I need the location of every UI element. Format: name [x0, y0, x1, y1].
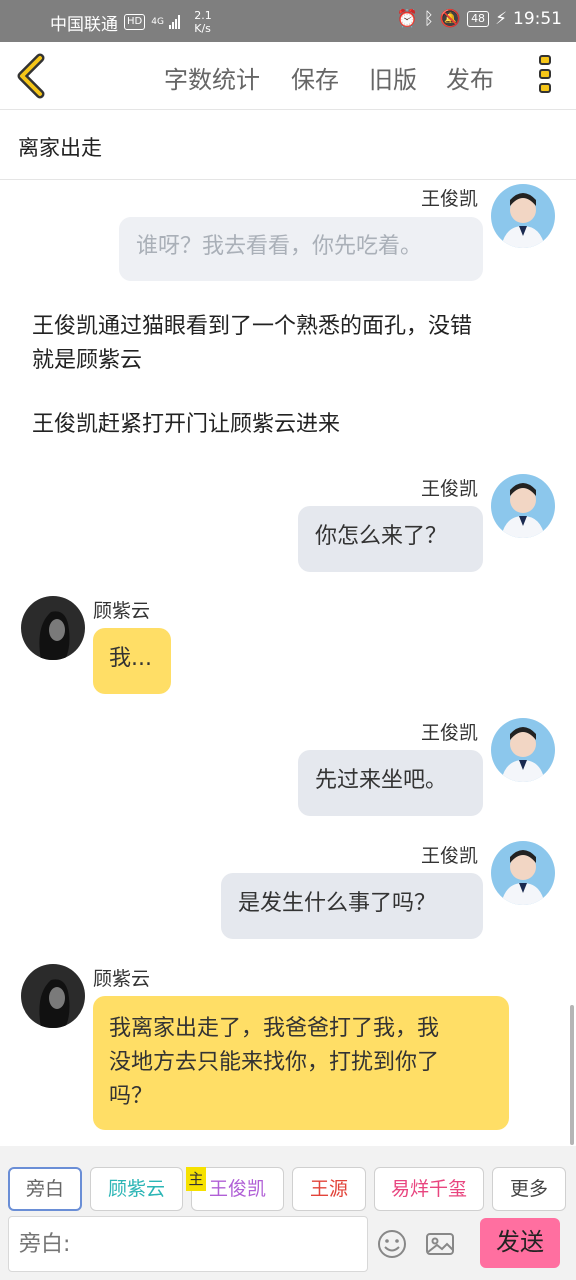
- chat-area[interactable]: 王俊凯 谁呀？我去看看，你先吃着。 王俊凯通过猫眼看到了一个熟悉的面孔，没错 就…: [0, 180, 576, 1146]
- role-chip-yi[interactable]: 易烊千玺: [374, 1167, 484, 1211]
- message-input[interactable]: [8, 1216, 368, 1272]
- chat-scrollbar[interactable]: [570, 1005, 574, 1145]
- carrier-label: 中国联通: [50, 14, 118, 35]
- narration-line: 王俊凯赶紧打开门让顾紫云进来: [32, 412, 341, 437]
- avatar-wang[interactable]: [491, 184, 555, 248]
- input-bar: 发送: [0, 1216, 576, 1280]
- avatar-gu[interactable]: [21, 596, 85, 660]
- message-line: 没地方去只能来找你，打扰到你了: [109, 1050, 440, 1075]
- role-chip-narrator[interactable]: 旁白: [8, 1167, 82, 1211]
- message-line: 我离家出走了，我爸爸打了我，我: [109, 1016, 440, 1041]
- charging-icon: ⚡: [495, 9, 507, 29]
- message-bubble[interactable]: 你怎么来了？: [298, 506, 483, 572]
- clock: 19:51: [513, 9, 562, 29]
- avatar-wang[interactable]: [491, 474, 555, 538]
- battery-indicator: 48: [467, 11, 490, 27]
- network-type: 4G: [151, 16, 164, 27]
- message-bubble[interactable]: 先过来坐吧。: [298, 750, 483, 816]
- message-bubble[interactable]: 是发生什么事了吗？: [221, 873, 483, 939]
- message-bubble[interactable]: 我...: [93, 628, 171, 694]
- role-chip-wangyuan[interactable]: 王源: [292, 1167, 366, 1211]
- word-count-button[interactable]: 字数统计: [164, 60, 260, 95]
- story-title: 离家出走: [18, 136, 102, 160]
- speaker-name: 王俊凯: [421, 722, 479, 744]
- message-line: 吗？: [109, 1084, 154, 1109]
- signal-icon: [169, 15, 181, 29]
- bluetooth-icon: ᛒ: [423, 9, 434, 29]
- role-chip-gu[interactable]: 顾紫云: [90, 1167, 183, 1211]
- old-version-button[interactable]: 旧版: [369, 60, 417, 95]
- emoji-icon[interactable]: [376, 1228, 408, 1260]
- avatar-wang[interactable]: [491, 841, 555, 905]
- save-button[interactable]: 保存: [291, 60, 339, 95]
- narration-line: 就是顾紫云: [32, 348, 143, 373]
- speaker-name: 顾紫云: [93, 600, 151, 622]
- speaker-name: 顾紫云: [93, 968, 151, 990]
- more-roles-button[interactable]: 更多: [492, 1167, 566, 1211]
- image-icon[interactable]: [424, 1228, 456, 1260]
- avatar-wang[interactable]: [491, 718, 555, 782]
- message-bubble[interactable]: 谁呀？我去看看，你先吃着。: [119, 217, 483, 281]
- more-menu-icon[interactable]: [534, 52, 556, 102]
- top-toolbar: 字数统计 保存 旧版 发布: [0, 42, 576, 110]
- mute-icon: 🔕: [439, 9, 462, 29]
- hd-badge: HD: [124, 14, 146, 30]
- story-title-row[interactable]: 离家出走: [0, 110, 576, 180]
- back-arrow-icon[interactable]: [10, 52, 54, 100]
- message-bubble[interactable]: 我离家出走了，我爸爸打了我，我 没地方去只能来找你，打扰到你了 吗？: [93, 996, 509, 1130]
- status-bar: 中国联通 HD 4G 2.1 K/s ⏰ ᛒ 🔕 48 ⚡ 19:51: [0, 0, 576, 42]
- publish-button[interactable]: 发布: [446, 60, 494, 95]
- narration-line: 王俊凯通过猫眼看到了一个熟悉的面孔，没错: [32, 314, 473, 339]
- alarm-icon: ⏰: [396, 9, 418, 29]
- role-selector-bar: 旁白 顾紫云 王俊凯 主 王源 易烊千玺 更多: [0, 1146, 576, 1216]
- speaker-name: 王俊凯: [421, 188, 479, 210]
- speaker-name: 王俊凯: [421, 478, 479, 500]
- speaker-name: 王俊凯: [421, 845, 479, 867]
- main-role-badge: 主: [186, 1167, 206, 1191]
- send-button[interactable]: 发送: [480, 1218, 560, 1268]
- network-speed: 2.1 K/s: [194, 9, 212, 35]
- avatar-gu[interactable]: [21, 964, 85, 1028]
